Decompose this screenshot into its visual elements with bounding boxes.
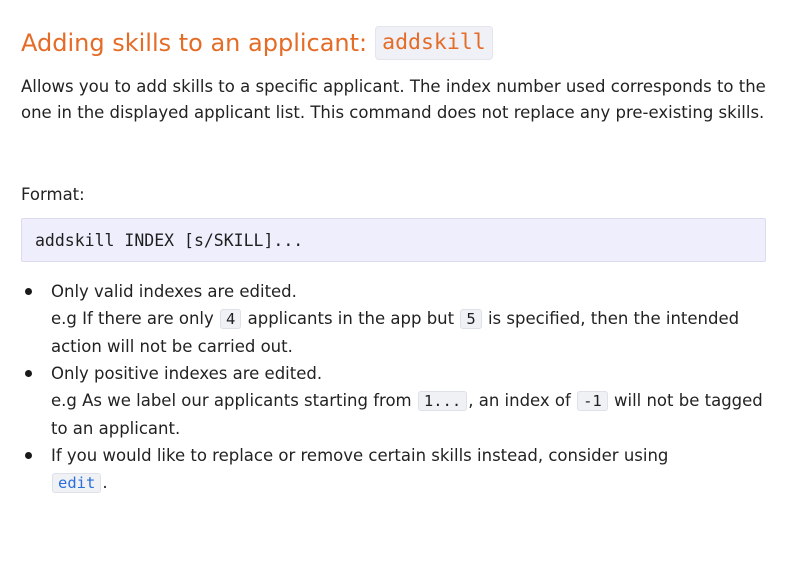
note-example-mid: , an index of: [468, 391, 571, 410]
section-heading-text: Adding skills to an applicant:: [21, 29, 368, 57]
format-code-block: addskill INDEX [s/SKILL]...: [21, 218, 766, 262]
section-heading: Adding skills to an applicant: addskill: [21, 24, 766, 62]
bullet-icon: [25, 288, 32, 295]
inline-code: 5: [460, 309, 482, 329]
note-main: Only positive indexes are edited.: [51, 364, 323, 383]
note-example-prefix: e.g As we label our applicants starting …: [51, 391, 412, 410]
format-label: Format:: [21, 185, 85, 204]
inline-code: -1: [577, 391, 608, 411]
note-main: Only valid indexes are edited.: [51, 282, 297, 301]
intro-paragraph: Allows you to add skills to a specific a…: [21, 77, 766, 122]
section-heading-command: addskill: [375, 26, 493, 60]
edit-command-link[interactable]: edit: [52, 473, 102, 493]
notes-list: Only valid indexes are edited. e.g If th…: [21, 278, 766, 497]
document-page: Adding skills to an applicant: addskill …: [21, 24, 766, 497]
list-item: Only valid indexes are edited. e.g If th…: [21, 278, 766, 360]
note-main: If you would like to replace or remove c…: [51, 446, 669, 465]
bullet-icon: [25, 452, 32, 459]
note-example-suffix: .: [102, 473, 108, 492]
note-example-prefix: e.g If there are only: [51, 309, 214, 328]
inline-code: 4: [220, 309, 242, 329]
list-item: If you would like to replace or remove c…: [21, 442, 766, 497]
inline-code: 1...: [417, 391, 468, 411]
list-item: Only positive indexes are edited. e.g As…: [21, 360, 766, 442]
format-code: addskill INDEX [s/SKILL]...: [35, 230, 304, 250]
bullet-icon: [25, 370, 32, 377]
note-example-mid: applicants in the app but: [247, 309, 455, 328]
